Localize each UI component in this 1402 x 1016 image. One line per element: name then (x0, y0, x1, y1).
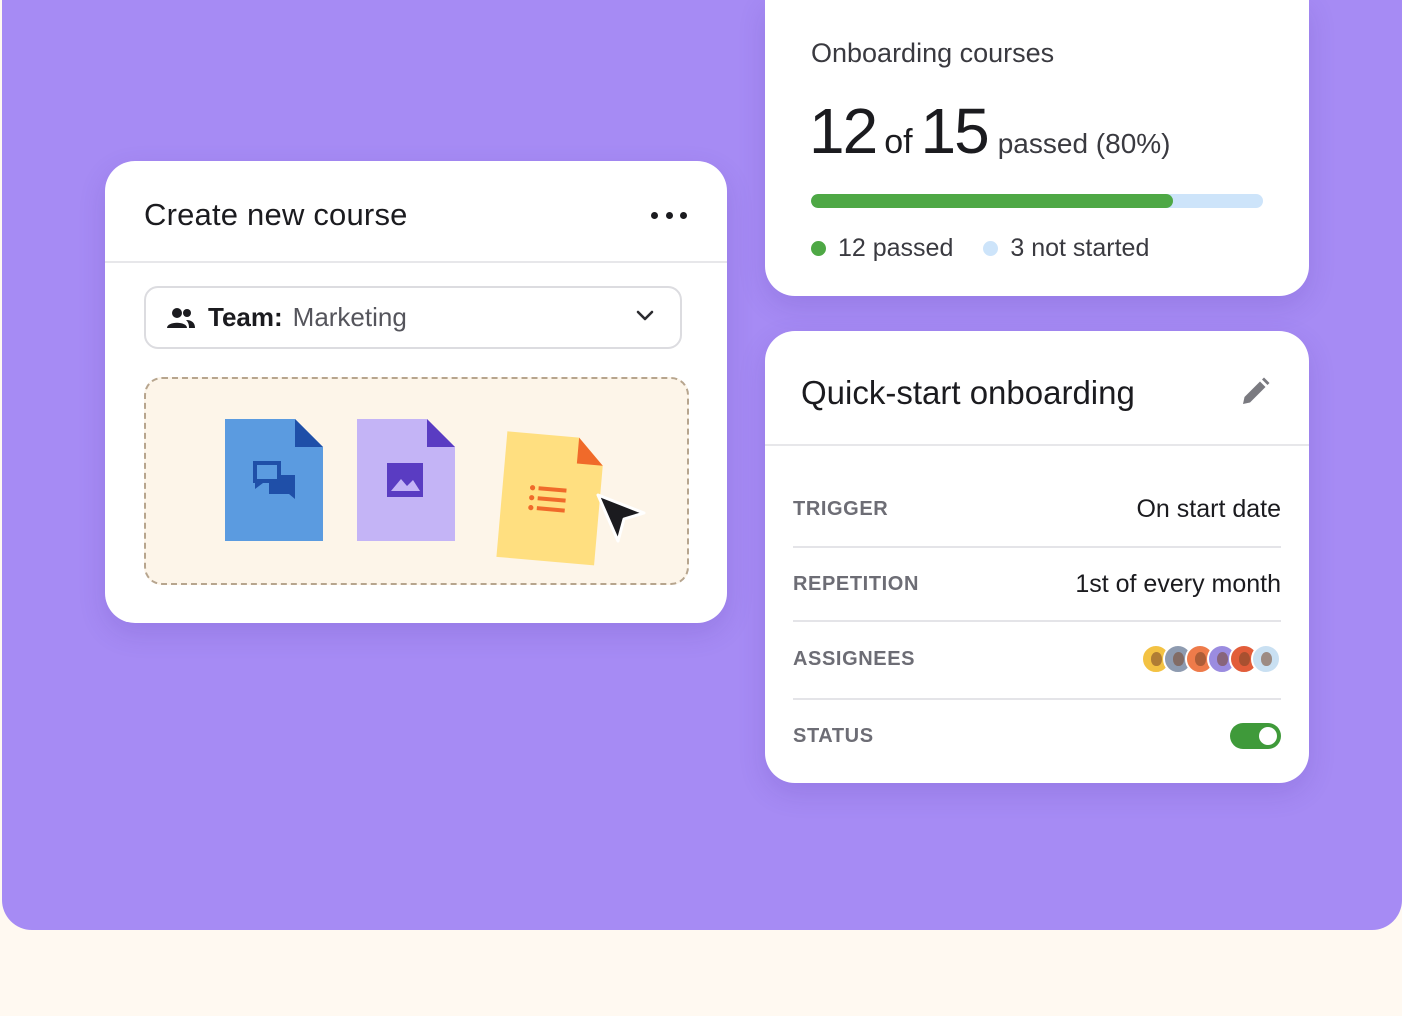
trigger-row: TRIGGER On start date (793, 494, 1281, 524)
passed-count: 12 (809, 95, 878, 167)
trigger-label: TRIGGER (793, 497, 889, 520)
divider (793, 546, 1281, 548)
progress-summary: 12 of 15 passed (80%) (809, 94, 1171, 168)
quick-start-header: Quick-start onboarding (765, 331, 1309, 446)
progress-bar (811, 194, 1263, 208)
quick-start-card: Quick-start onboarding TRIGGER On start … (765, 331, 1309, 783)
legend-not-started: 3 not started (983, 234, 1149, 263)
assignees-label: ASSIGNEES (793, 647, 916, 670)
quick-start-title: Quick-start onboarding (801, 374, 1135, 411)
onboarding-title: Onboarding courses (811, 38, 1055, 68)
pointer-cursor-icon (596, 493, 646, 543)
of-word: of (884, 123, 913, 161)
legend-passed: 12 passed (811, 234, 953, 263)
assignee-avatars[interactable] (1141, 644, 1281, 674)
team-label: Team: (208, 302, 283, 332)
chevron-down-icon (636, 310, 654, 321)
image-document-icon[interactable] (357, 419, 455, 541)
passed-dot-icon (811, 241, 826, 256)
progress-bar-fill (811, 194, 1173, 208)
legend-passed-label: 12 passed (838, 234, 954, 262)
divider (793, 698, 1281, 700)
trigger-value[interactable]: On start date (1136, 495, 1281, 524)
chat-document-icon[interactable] (225, 419, 323, 541)
not-started-dot-icon (983, 241, 999, 256)
file-dropzone[interactable] (144, 377, 689, 585)
passed-percent-text: passed (80%) (997, 128, 1171, 159)
more-options-icon[interactable] (651, 202, 687, 228)
progress-legend: 12 passed 3 not started (811, 234, 1179, 263)
team-icon (167, 307, 195, 328)
legend-not-started-label: 3 not started (1010, 234, 1150, 262)
team-value: Marketing (292, 302, 407, 332)
repetition-row: REPETITION 1st of every month (793, 569, 1281, 599)
team-select[interactable]: Team: Marketing (144, 286, 682, 349)
create-course-card: Create new course Team: Marketing (105, 161, 727, 623)
onboarding-progress-card: Onboarding courses 12 of 15 passed (80%) 12… (765, 0, 1309, 296)
repetition-value[interactable]: 1st of every month (1075, 570, 1281, 599)
divider (793, 620, 1281, 622)
status-row: STATUS (793, 721, 1281, 751)
status-label: STATUS (793, 724, 874, 747)
pencil-icon[interactable] (1239, 376, 1271, 408)
avatar[interactable] (1251, 644, 1281, 674)
create-course-header: Create new course (105, 161, 727, 263)
assignees-row: ASSIGNEES (793, 642, 1281, 676)
repetition-label: REPETITION (793, 572, 920, 595)
total-count: 15 (920, 95, 990, 167)
toggle-knob (1259, 727, 1277, 745)
status-toggle[interactable] (1230, 723, 1281, 749)
create-course-title: Create new course (144, 197, 408, 232)
